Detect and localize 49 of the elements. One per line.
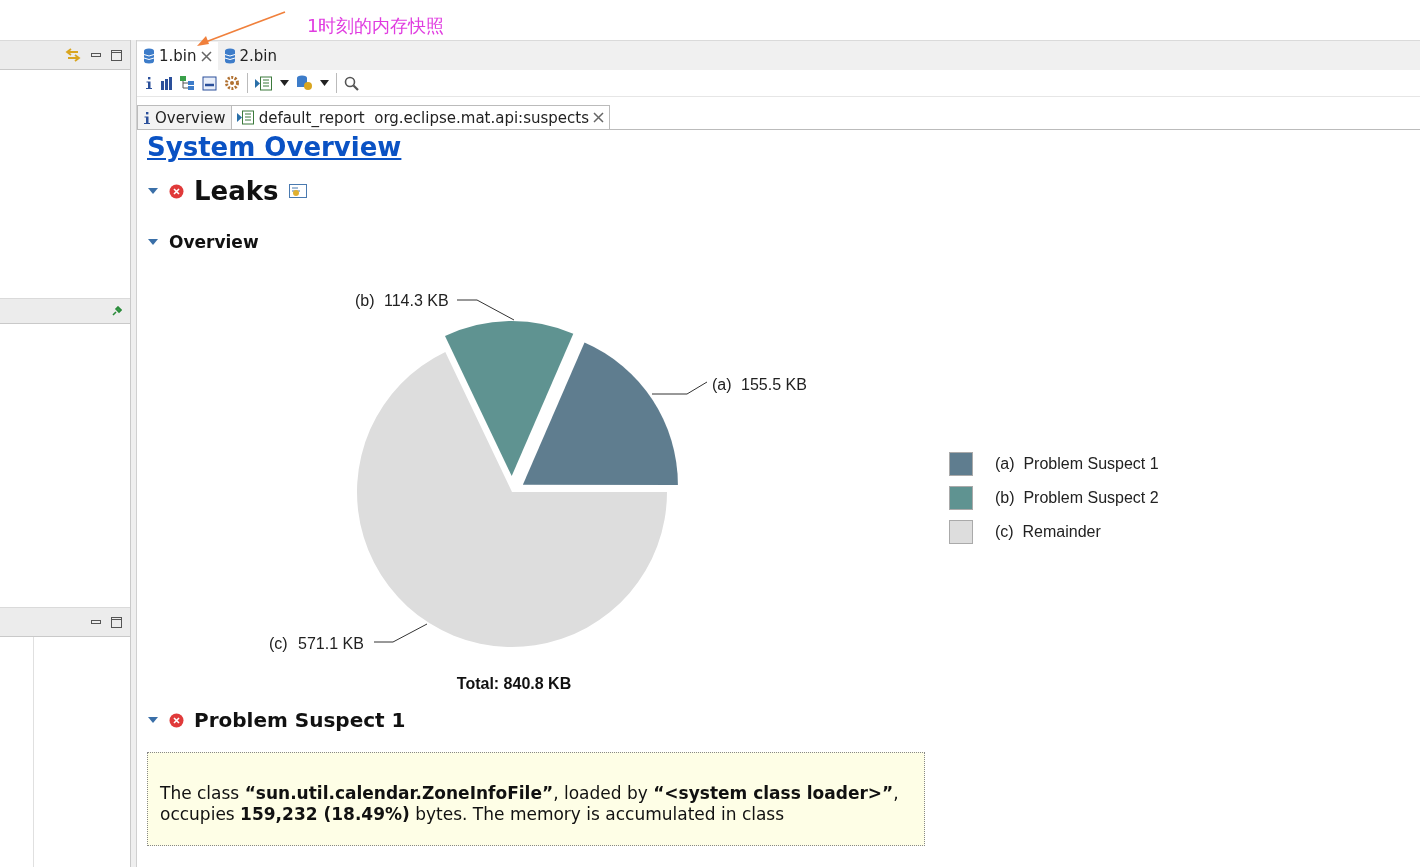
legend-label: (a) Problem Suspect 1 — [995, 455, 1159, 473]
annotation-text: 1时刻的内存快照 — [307, 14, 445, 38]
search-icon[interactable] — [344, 75, 359, 91]
slice-value: 155.5 KB — [741, 376, 807, 393]
report-tab[interactable]: default_report org.eclipse.mat.api:suspects — [230, 105, 610, 129]
section-title: Leaks — [194, 176, 279, 206]
annotation-arrow-icon — [195, 10, 287, 48]
maximize-icon[interactable] — [111, 49, 122, 61]
dropdown-caret-icon[interactable] — [280, 80, 289, 86]
editor-tab[interactable]: 1.bin — [137, 42, 218, 70]
close-icon[interactable] — [593, 112, 604, 123]
expanded-triangle-icon[interactable] — [147, 186, 159, 196]
bar-chart-icon[interactable] — [160, 76, 173, 90]
error-icon — [169, 712, 184, 728]
slice-value: 114.3 KB — [384, 292, 449, 309]
minimize-icon[interactable] — [91, 619, 101, 625]
slice-category: (b) — [355, 292, 375, 309]
page-title-link[interactable]: System Overview — [147, 132, 402, 162]
close-icon[interactable] — [200, 50, 212, 62]
section-title: Problem Suspect 1 — [194, 708, 406, 732]
expanded-triangle-icon[interactable] — [147, 237, 159, 247]
pin-icon[interactable] — [112, 306, 122, 316]
info-icon[interactable] — [145, 76, 153, 90]
info-icon[interactable] — [143, 110, 151, 125]
slice-category: (a) — [712, 376, 732, 393]
maximize-icon[interactable] — [111, 616, 122, 628]
legend-label: (b) Problem Suspect 2 — [995, 489, 1159, 507]
minimize-icon[interactable] — [91, 52, 101, 58]
leader-line — [373, 623, 428, 643]
chart-total: Total: 840.8 KB — [456, 675, 572, 692]
report-link-icon[interactable] — [288, 184, 307, 198]
slice-category: (c) — [269, 635, 288, 652]
slice-value: 571.1 KB — [298, 635, 364, 652]
database-icon — [143, 48, 155, 64]
suspect-description: The class “sun.util.calendar.ZoneInfoFile”, loaded by “<system class loader>”, occupies 159,232 (18.49%) bytes. The memory is accumulated in class — [160, 783, 900, 825]
report-tab[interactable]: Overview — [137, 105, 232, 129]
section-title: Overview — [169, 232, 259, 252]
legend-label: (c) Remainder — [995, 523, 1101, 541]
database-icon — [223, 48, 236, 64]
tree-icon[interactable] — [180, 75, 195, 91]
dropdown-caret-icon[interactable] — [320, 80, 329, 86]
report-icon — [255, 75, 273, 91]
error-icon — [169, 183, 184, 199]
report-icon — [236, 110, 255, 125]
editor-tab[interactable]: 2.bin — [217, 42, 284, 70]
leader-line — [651, 381, 708, 395]
gear-icon[interactable] — [224, 75, 240, 91]
expanded-triangle-icon[interactable] — [147, 715, 159, 725]
leader-line — [456, 299, 515, 321]
